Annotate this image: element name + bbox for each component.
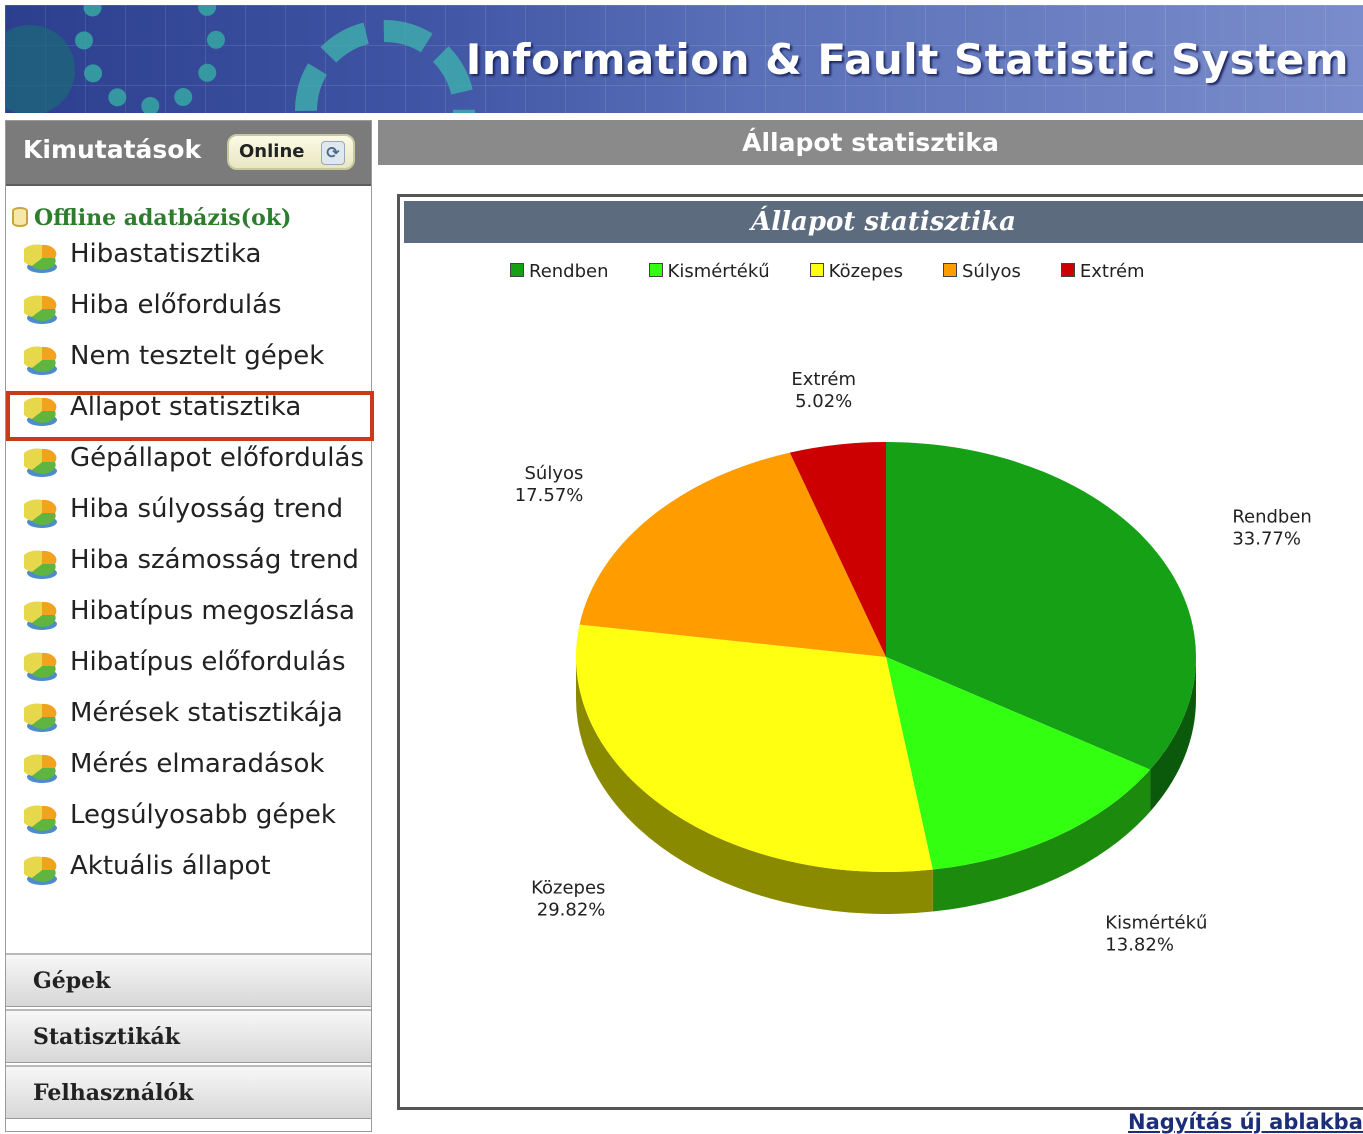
database-label: Offline adatbázis(ok) [34, 205, 292, 231]
report-chart-icon [24, 244, 57, 273]
main-panel: Állapot statisztika Állapot statisztika … [378, 120, 1363, 1134]
section-felhasznalok[interactable]: Felhasználók [6, 1065, 371, 1119]
sidebar-title: Kimutatások [23, 135, 202, 164]
slice-label-name: Kismértékű [1105, 912, 1207, 933]
menu-item-2[interactable]: Nem tesztelt gépek [24, 336, 364, 380]
sidebar-header: Kimutatások Online ⟳ [6, 121, 371, 186]
report-chart-icon [24, 397, 57, 426]
slice-label-value: 5.02% [795, 391, 852, 412]
menu-item-label: Hibatípus megoszlása [70, 596, 355, 626]
menu-item-label: Hiba súlyosság trend [70, 494, 344, 524]
section-label: Statisztikák [33, 1024, 180, 1050]
slice-label-value: 13.82% [1105, 934, 1174, 955]
menu-item-4[interactable]: Gépállapot előfordulás [24, 438, 364, 482]
report-chart-icon [24, 652, 57, 681]
menu-item-5[interactable]: Hiba súlyosság trend [24, 489, 364, 533]
report-chart-icon [24, 754, 57, 783]
slice-label-value: 29.82% [537, 900, 606, 921]
report-chart-icon [24, 601, 57, 630]
sidebar: Kimutatások Online ⟳ Offline adatbázis(o… [5, 120, 374, 1132]
menu-item-8[interactable]: Hibatípus előfordulás [24, 642, 364, 686]
menu-item-label: Állapot statisztika [70, 392, 302, 422]
report-chart-icon [24, 550, 57, 579]
section-label: Gépek [33, 968, 111, 994]
menu-item-label: Aktuális állapot [70, 851, 271, 881]
pie-chart: Rendben33.77% Kismértékű13.82% Közepes29.8… [515, 369, 1312, 955]
slice-label-name: Rendben [1232, 507, 1312, 528]
header-banner: Information & Fault Statistic System [5, 5, 1363, 113]
section-statisztikak[interactable]: Statisztikák [6, 1009, 371, 1063]
chart-container: Állapot statisztika Rendben Kismértékű Köz… [397, 194, 1363, 1110]
menu-item-label: Hibatípus előfordulás [70, 647, 346, 677]
menu-item-label: Legsúlyosabb gépek [70, 800, 336, 830]
online-button[interactable]: Online ⟳ [227, 134, 355, 170]
slice-label-value: 33.77% [1232, 529, 1301, 550]
menu-item-label: Hiba számosság trend [70, 545, 359, 575]
report-chart-icon [24, 856, 57, 885]
app-title: Information & Fault Statistic System [465, 35, 1349, 84]
slice-label-name: Extrém [791, 369, 856, 390]
report-chart-icon [24, 805, 57, 834]
menu-item-7[interactable]: Hibatípus megoszlása [24, 591, 364, 635]
page-title: Állapot statisztika [378, 120, 1363, 165]
pie-slice [576, 624, 933, 872]
report-chart-icon [24, 703, 57, 732]
zoom-new-window-link[interactable]: Nagyítás új ablakban [1128, 1110, 1363, 1134]
database-icon [12, 207, 28, 227]
menu-item-9[interactable]: Mérések statisztikája [24, 693, 364, 737]
menu-item-3[interactable]: Állapot statisztika [24, 387, 364, 431]
report-chart-icon [24, 499, 57, 528]
menu-item-10[interactable]: Mérés elmaradások [24, 744, 364, 788]
menu-item-label: Mérés elmaradások [70, 749, 325, 779]
slice-label-value: 17.57% [515, 485, 584, 506]
slice-label-name: Súlyos [524, 463, 583, 484]
section-gepek[interactable]: Gépek [6, 953, 371, 1007]
menu-item-6[interactable]: Hiba számosság trend [24, 540, 364, 584]
menu-item-label: Hibastatisztika [70, 239, 262, 269]
online-button-label: Online [239, 141, 305, 162]
menu-item-12[interactable]: Aktuális állapot [24, 846, 364, 890]
report-chart-icon [24, 295, 57, 324]
menu-item-label: Mérések statisztikája [70, 698, 343, 728]
menu-item-label: Nem tesztelt gépek [70, 341, 325, 371]
slice-label-name: Közepes [531, 878, 605, 899]
report-chart-icon [24, 346, 57, 375]
menu-item-0[interactable]: Hibastatisztika [24, 234, 364, 278]
section-label: Felhasználók [33, 1080, 194, 1106]
refresh-icon: ⟳ [321, 141, 345, 165]
menu-item-11[interactable]: Legsúlyosabb gépek [24, 795, 364, 839]
database-tree-root[interactable]: Offline adatbázis(ok) [12, 205, 291, 231]
menu-item-label: Gépállapot előfordulás [70, 443, 364, 473]
menu-item-1[interactable]: Hiba előfordulás [24, 285, 364, 329]
menu-item-label: Hiba előfordulás [70, 290, 282, 320]
report-chart-icon [24, 448, 57, 477]
